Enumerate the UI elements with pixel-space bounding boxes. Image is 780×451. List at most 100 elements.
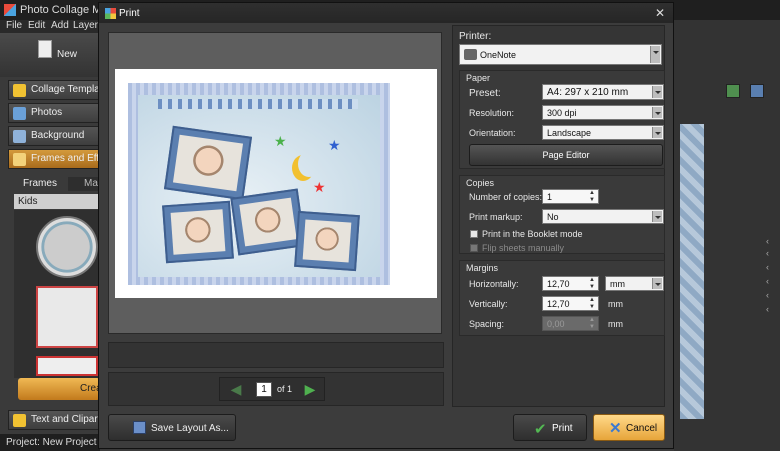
- save-icon: [133, 421, 146, 434]
- close-icon[interactable]: ✕: [655, 6, 665, 20]
- flip-sheets-checkbox[interactable]: [470, 244, 478, 252]
- star-icon: [13, 84, 26, 97]
- sidebar-item-photos[interactable]: Photos: [8, 103, 100, 123]
- baby-photo: [302, 219, 352, 263]
- chevron-down-icon: [652, 107, 662, 118]
- frames-icon: [13, 153, 26, 166]
- chevron-left-icon[interactable]: ‹: [766, 276, 769, 286]
- save-layout-label: Save Layout As...: [151, 423, 229, 434]
- sidebar-item-label: Background: [31, 130, 85, 141]
- margins-group: Margins Horizontally: 12,70 ▲ ▼ mm Vertic…: [459, 260, 665, 336]
- margin-unit-value: mm: [610, 279, 625, 289]
- vertical-margin-label: Vertically:: [469, 299, 508, 309]
- baby-photo: [170, 209, 226, 255]
- spacing-input[interactable]: 0,00 ▲ ▼: [542, 316, 599, 331]
- resolution-select[interactable]: 300 dpi: [542, 105, 664, 120]
- sidebar-item-text-and-clipart[interactable]: Text and Clipart: [8, 410, 100, 430]
- layer-settings-icon[interactable]: [750, 84, 764, 98]
- photos-icon: [13, 107, 26, 120]
- booklet-mode-checkbox[interactable]: [470, 230, 478, 238]
- printer-value: OneNote: [480, 50, 517, 60]
- print-markup-label: Print markup:: [469, 212, 523, 222]
- add-layer-icon[interactable]: [726, 84, 740, 98]
- new-button-label[interactable]: New: [57, 49, 77, 60]
- collage-binding: [158, 99, 358, 109]
- print-dialog-icon: [105, 8, 116, 19]
- cancel-button-label: Cancel: [626, 423, 658, 434]
- cancel-button[interactable]: ✕ Cancel: [593, 414, 665, 441]
- preset-select[interactable]: A4: 297 x 210 mm: [542, 84, 664, 100]
- menu-layer[interactable]: Layer: [73, 20, 98, 31]
- photo-frame: [162, 200, 234, 264]
- menubar: File Edit Add Layer: [0, 20, 100, 33]
- page-number-input[interactable]: [256, 382, 272, 397]
- print-markup-select[interactable]: No: [542, 209, 664, 224]
- prev-page-icon[interactable]: ◀: [228, 382, 244, 398]
- cancel-x-icon: ✕: [609, 420, 622, 437]
- create-button[interactable]: Crea: [18, 378, 100, 400]
- next-page-icon[interactable]: ▶: [302, 382, 318, 398]
- number-of-copies-input[interactable]: 1 ▲ ▼: [542, 189, 599, 204]
- chevron-left-icon[interactable]: ‹: [766, 304, 769, 314]
- vertical-margin-input[interactable]: 12,70 ▲ ▼: [542, 296, 599, 311]
- orientation-value: Landscape: [547, 128, 592, 138]
- frame-thumbnail[interactable]: [36, 286, 98, 348]
- sidebar-item-label: Photos: [31, 107, 63, 118]
- menu-edit[interactable]: Edit: [28, 20, 45, 31]
- margins-title: Margins: [466, 263, 499, 273]
- photo-frame: [294, 210, 360, 272]
- preview-info-strip: [108, 342, 444, 368]
- frames-panel: [14, 210, 100, 378]
- background-icon: [13, 130, 26, 143]
- save-layout-button[interactable]: Save Layout As...: [108, 414, 236, 441]
- frame-thumbnail[interactable]: [36, 216, 98, 278]
- paper-group: Paper Preset: A4: 297 x 210 mm Resolutio…: [459, 70, 665, 169]
- menu-file[interactable]: File: [6, 20, 22, 31]
- photo-frame: [230, 188, 306, 256]
- spacing-label: Spacing:: [469, 319, 505, 329]
- moon-decoration: [298, 151, 320, 177]
- chevron-left-icon[interactable]: ‹: [766, 248, 769, 258]
- spinner-arrows-icon: ▲ ▼: [589, 317, 595, 330]
- spinner-arrows-icon[interactable]: ▲ ▼: [588, 190, 596, 203]
- tab-frames[interactable]: Frames: [14, 177, 66, 191]
- page-editor-button[interactable]: Page Editor: [469, 144, 663, 166]
- vertical-unit-label: mm: [608, 299, 623, 309]
- preview-sheet: ★ ★ ★: [115, 69, 437, 298]
- frame-thumbnail[interactable]: [36, 356, 98, 376]
- sidebar-item-collage-templates[interactable]: Collage Templates: [8, 80, 100, 100]
- chevron-left-icon[interactable]: ‹: [766, 236, 769, 246]
- printer-select[interactable]: OneNote: [459, 44, 662, 65]
- printer-label: Printer:: [459, 31, 492, 42]
- orientation-label: Orientation:: [469, 128, 516, 138]
- margin-unit-select[interactable]: mm: [605, 276, 664, 291]
- resolution-value: 300 dpi: [547, 108, 577, 118]
- preset-label: Preset:: [469, 88, 501, 99]
- sidebar-item-frames-and-effects[interactable]: Frames and Effects: [8, 149, 100, 169]
- tab-masks[interactable]: Mas: [68, 177, 100, 191]
- print-dialog: Print ✕ ★ ★ ★ ◀ of 1: [98, 2, 674, 449]
- chevron-down-icon: [650, 46, 660, 63]
- spinner-arrows-icon[interactable]: ▲ ▼: [588, 277, 596, 290]
- booklet-mode-label: Print in the Booklet mode: [482, 229, 583, 239]
- sidebar-item-background[interactable]: Background: [8, 126, 100, 146]
- menu-add[interactable]: Add: [51, 20, 69, 31]
- number-of-copies-value: 1: [547, 192, 553, 202]
- collage-canvas-edge: [680, 124, 704, 419]
- chevron-left-icon[interactable]: ‹: [766, 290, 769, 300]
- horizontal-margin-value: 12,70: [547, 279, 570, 289]
- new-document-icon[interactable]: [38, 40, 52, 58]
- spinner-arrows-icon[interactable]: ▲ ▼: [588, 297, 596, 310]
- chevron-down-icon: [652, 211, 662, 222]
- chevron-left-icon[interactable]: ‹: [766, 262, 769, 272]
- star-decoration: ★: [328, 137, 341, 153]
- chevron-down-icon: [652, 86, 662, 98]
- orientation-select[interactable]: Landscape: [542, 125, 664, 140]
- horizontal-margin-input[interactable]: 12,70 ▲ ▼: [542, 276, 599, 291]
- printer-icon: [464, 49, 477, 60]
- star-decoration: ★: [313, 179, 326, 195]
- print-button-label: Print: [552, 423, 573, 434]
- print-button[interactable]: ✔ Print: [513, 414, 587, 441]
- frame-category-select[interactable]: Kids: [14, 194, 100, 209]
- baby-photo: [172, 134, 244, 192]
